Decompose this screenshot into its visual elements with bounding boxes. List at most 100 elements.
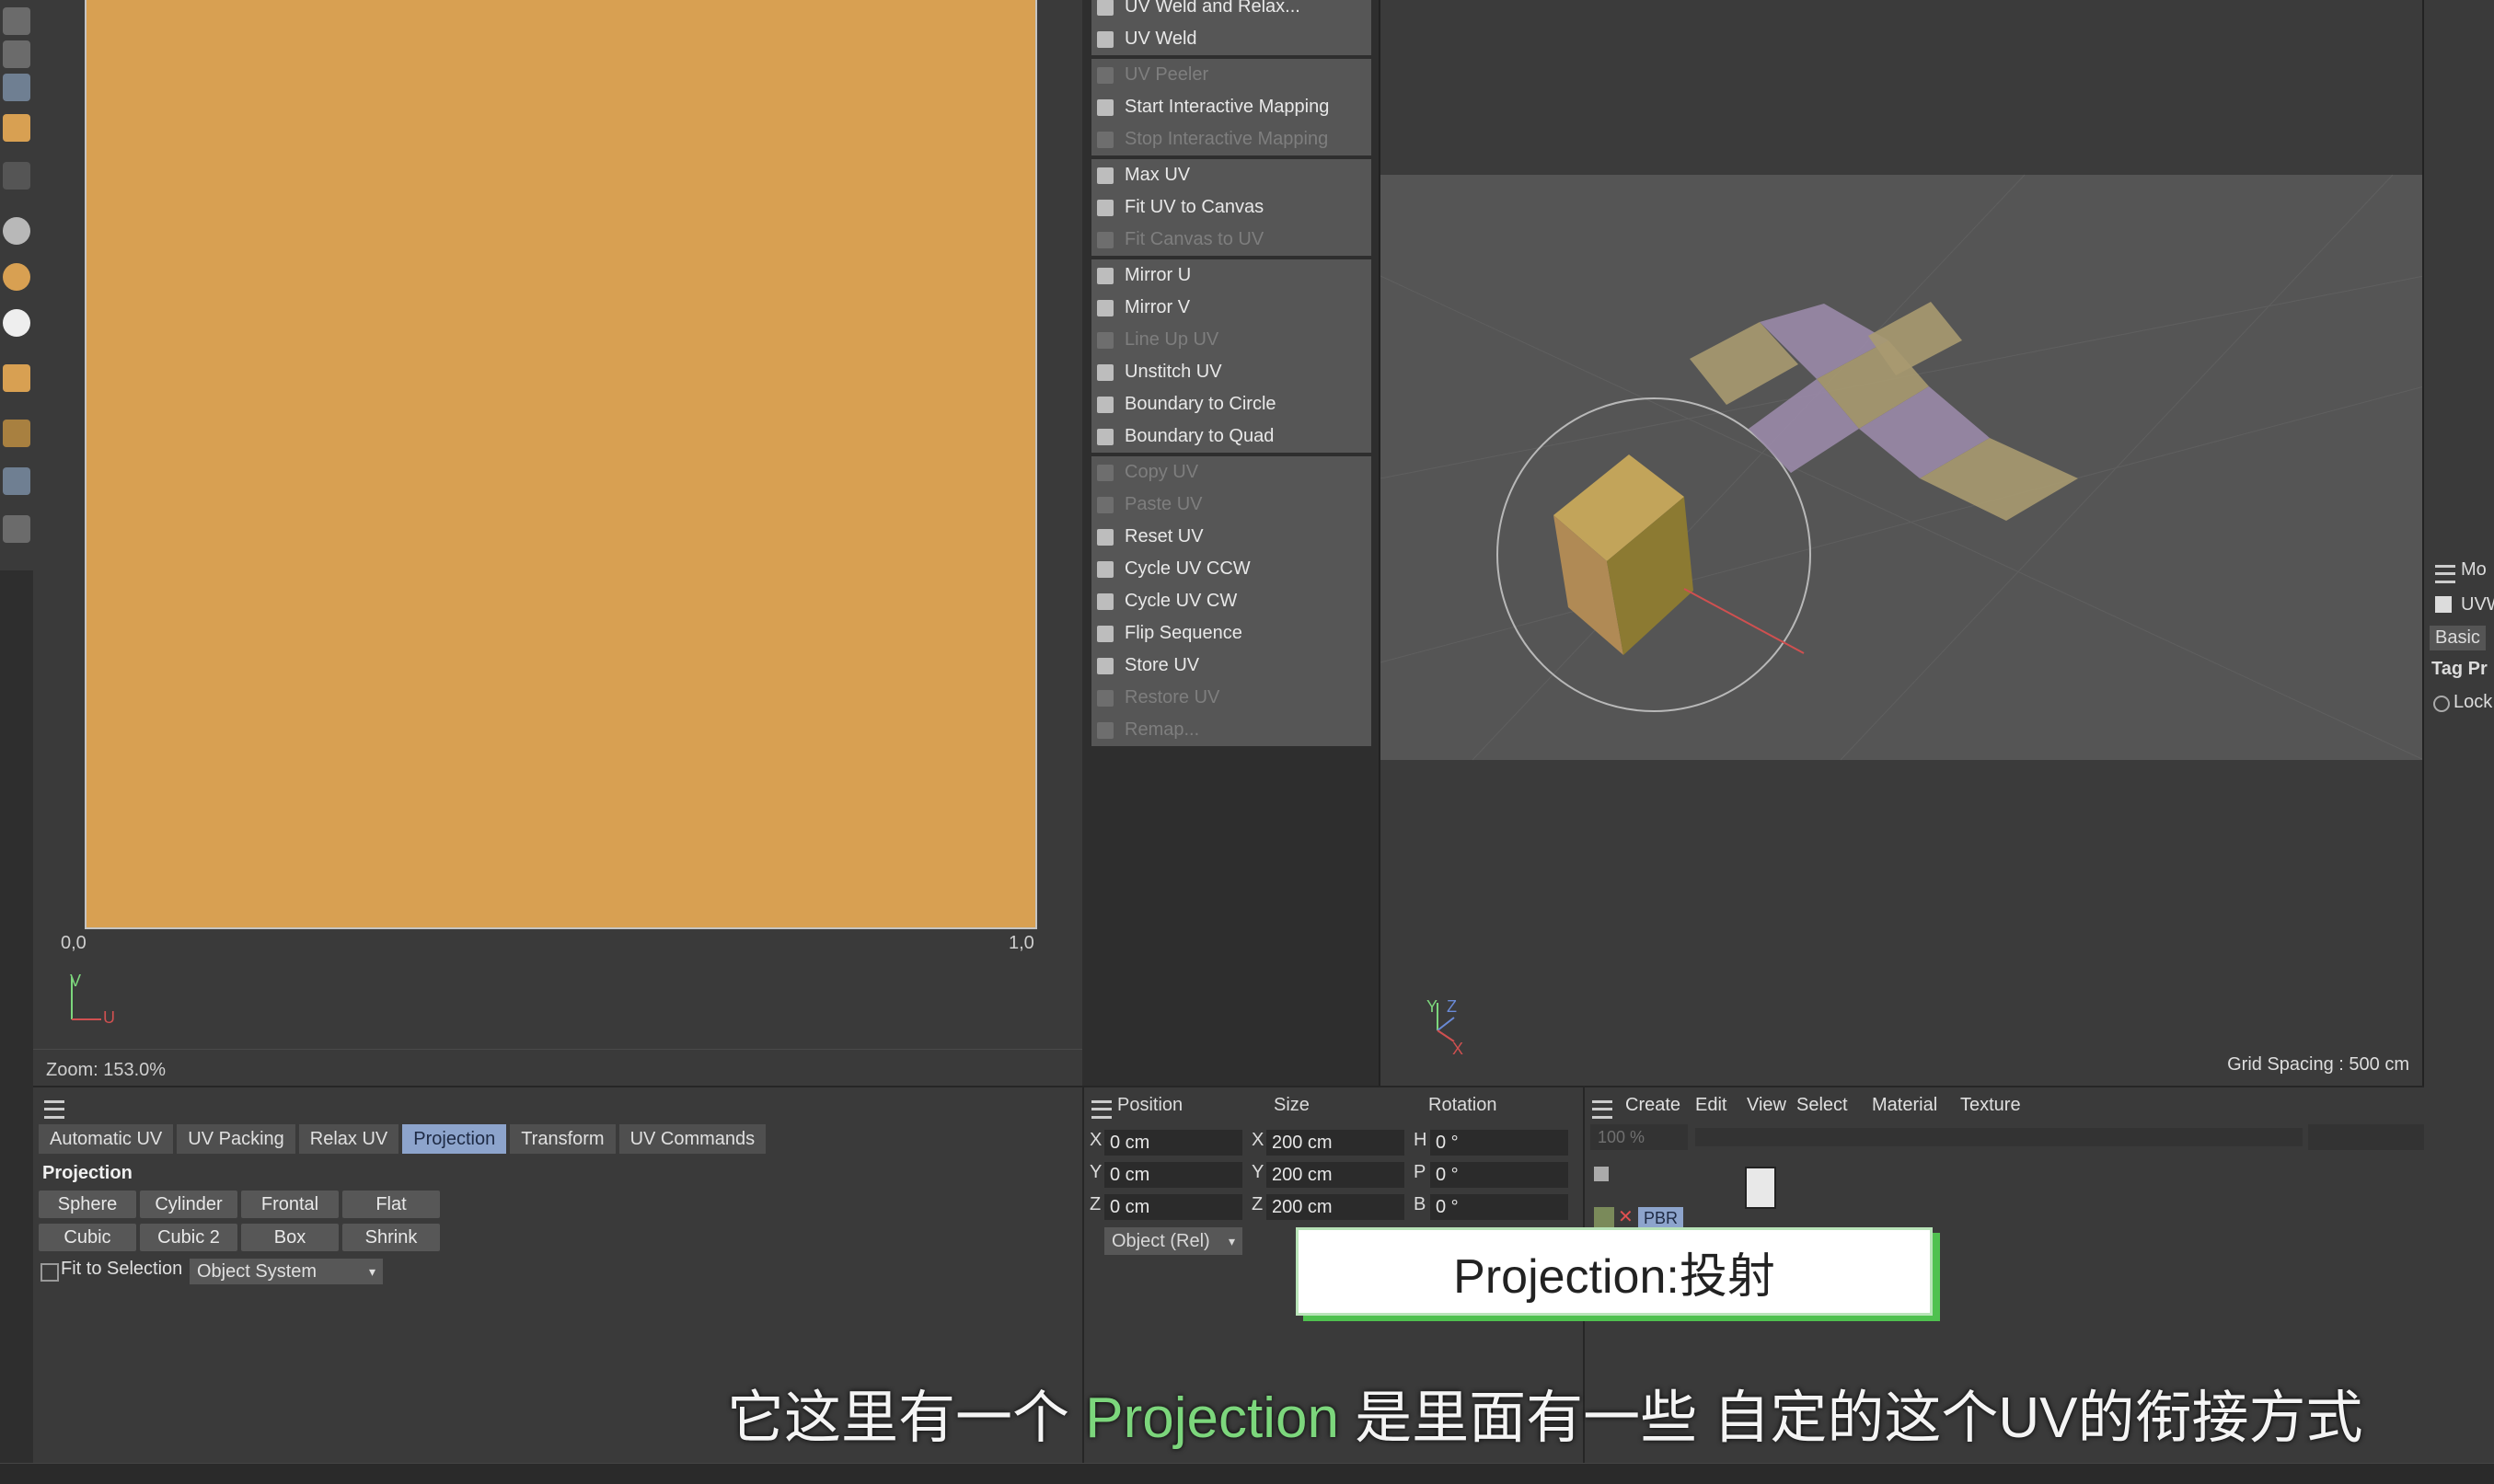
uv-command-item[interactable]: UV Weld [1091, 23, 1371, 55]
uv-command-item[interactable]: UV Weld and Relax... [1091, 0, 1371, 23]
uv-command-item[interactable]: Boundary to Quad [1091, 420, 1371, 453]
fit-to-selection-label: Fit to Selection [61, 1259, 183, 1279]
solo-icon[interactable] [3, 217, 30, 245]
tab-uv-packing[interactable]: UV Packing [177, 1124, 295, 1154]
uv-command-item[interactable]: Mirror V [1091, 292, 1371, 324]
viewport-scene [1380, 174, 2424, 761]
workplane-icon[interactable] [3, 467, 30, 495]
projection-system-select[interactable]: Object System ▾ [190, 1259, 383, 1284]
size-field[interactable]: 200 cm [1266, 1130, 1404, 1156]
menu-icon[interactable] [2435, 565, 2455, 583]
uv-command-item[interactable]: Max UV [1091, 159, 1371, 191]
rotation-field[interactable]: 0 ° [1430, 1162, 1568, 1188]
projection-shrink-button[interactable]: Shrink [342, 1224, 440, 1251]
uv-command-group: Copy UV Paste UV Reset UV Cycle UV CCW Cycle… [1091, 456, 1371, 746]
menu-select[interactable]: Select [1796, 1095, 1848, 1116]
tab-transform[interactable]: Transform [510, 1124, 616, 1154]
coordinate-mode-select[interactable]: Object (Rel) ▾ [1104, 1227, 1242, 1255]
uv-command-item: Paste UV [1091, 489, 1371, 521]
cube-icon[interactable] [3, 7, 30, 35]
menu-create[interactable]: Create [1625, 1095, 1680, 1116]
uv-command-item[interactable]: Cycle UV CW [1091, 585, 1371, 617]
magnet-icon[interactable] [3, 364, 30, 392]
uv-command-icon [1097, 496, 1114, 513]
tab-projection[interactable]: Projection [402, 1124, 507, 1154]
uv-command-item[interactable]: Unstitch UV [1091, 356, 1371, 388]
uv-command-item[interactable]: Start Interactive Mapping [1091, 91, 1371, 123]
size-field[interactable]: 200 cm [1266, 1162, 1404, 1188]
position-field[interactable]: 0 cm [1104, 1130, 1242, 1156]
uv-command-item[interactable]: Store UV [1091, 650, 1371, 682]
menu-edit[interactable]: Edit [1695, 1095, 1726, 1116]
menu-icon[interactable] [1592, 1100, 1612, 1119]
chevron-down-icon: ▾ [368, 1263, 375, 1279]
projection-cubic-button[interactable]: Cubic [39, 1224, 136, 1251]
edges-icon[interactable] [3, 74, 30, 101]
uv-command-item[interactable]: Cycle UV CCW [1091, 553, 1371, 585]
material-thumbnail[interactable] [1594, 1207, 1614, 1227]
uv-command-label: Mirror U [1125, 265, 1192, 285]
3d-viewport[interactable]: Y Z X Grid Spacing : 500 cm [1379, 0, 2424, 1086]
rotation-field[interactable]: 0 ° [1430, 1130, 1568, 1156]
axis-icon[interactable] [3, 162, 30, 190]
material-zoom-slider[interactable] [1695, 1128, 2303, 1146]
position-field[interactable]: 0 cm [1104, 1194, 1242, 1220]
uv-command-icon [1097, 428, 1114, 445]
lock-radio[interactable] [2433, 696, 2450, 712]
menu-icon[interactable] [1091, 1100, 1112, 1119]
uv-command-label: Max UV [1125, 165, 1191, 185]
uv-command-item[interactable]: Boundary to Circle [1091, 388, 1371, 420]
left-toolbar [0, 0, 33, 570]
rotation-field[interactable]: 0 ° [1430, 1194, 1568, 1220]
uv-command-icon [1097, 231, 1114, 248]
material-zoom-field[interactable]: 100 % [1590, 1124, 1688, 1150]
solo-off-icon[interactable] [3, 309, 30, 337]
uv-command-item[interactable]: Reset UV [1091, 521, 1371, 553]
uv-command-group: Mirror U Mirror V Line Up UV Unstitch UV Bou… [1091, 259, 1371, 453]
uv-command-label: Reset UV [1125, 526, 1204, 546]
material-tool-icon[interactable] [1594, 1167, 1609, 1181]
projection-flat-button[interactable]: Flat [342, 1191, 440, 1218]
uv-command-label: UV Weld and Relax... [1125, 0, 1300, 17]
uv-command-item[interactable]: Fit UV to Canvas [1091, 191, 1371, 224]
material-name-badge[interactable]: PBR [1638, 1207, 1684, 1229]
lock-icon[interactable] [3, 515, 30, 543]
uv-command-label: Restore UV [1125, 687, 1220, 707]
grid-icon[interactable] [3, 420, 30, 447]
menu-texture[interactable]: Texture [1960, 1095, 2021, 1116]
uv-canvas[interactable] [85, 0, 1037, 929]
uv-command-label: Start Interactive Mapping [1125, 97, 1330, 117]
tab-uv-commands[interactable]: UV Commands [618, 1124, 767, 1154]
uv-command-label: Line Up UV [1125, 329, 1219, 350]
menu-material[interactable]: Material [1872, 1095, 1937, 1116]
tab-basic[interactable]: Basic [2430, 626, 2486, 650]
material-filter-dropdown[interactable] [2308, 1124, 2424, 1150]
uv-command-item[interactable]: Flip Sequence [1091, 617, 1371, 650]
projection-sphere-button[interactable]: Sphere [39, 1191, 136, 1218]
close-icon[interactable]: ✕ [1618, 1205, 1634, 1228]
uv-command-label: Flip Sequence [1125, 623, 1242, 643]
menu-view[interactable]: View [1747, 1095, 1786, 1116]
uv-command-icon [1097, 528, 1114, 546]
uv-command-label: Fit UV to Canvas [1125, 197, 1264, 217]
projection-cubic-2-button[interactable]: Cubic 2 [140, 1224, 237, 1251]
tab-relax-uv[interactable]: Relax UV [298, 1124, 399, 1154]
fit-to-selection-checkbox[interactable] [40, 1263, 59, 1282]
position-field[interactable]: 0 cm [1104, 1162, 1242, 1188]
uv-command-icon [1097, 657, 1114, 674]
uv-polygons-icon[interactable] [3, 114, 30, 142]
size-axis-label: Y [1252, 1162, 1264, 1182]
projection-box-button[interactable]: Box [241, 1224, 339, 1251]
uv-command-label: Cycle UV CW [1125, 591, 1238, 611]
uv-command-label: Remap... [1125, 719, 1200, 740]
tab-automatic-uv[interactable]: Automatic UV [39, 1124, 174, 1154]
projection-cylinder-button[interactable]: Cylinder [140, 1191, 237, 1218]
uv-command-item[interactable]: Mirror U [1091, 259, 1371, 292]
menu-icon[interactable] [44, 1100, 64, 1119]
uv-command-icon [1097, 66, 1114, 84]
size-field[interactable]: 200 cm [1266, 1194, 1404, 1220]
polygon-icon[interactable] [3, 40, 30, 68]
attribute-manager: Mo UVW Basic Tag Pr Lock [2422, 0, 2494, 1483]
solo-hierarchy-icon[interactable] [3, 263, 30, 291]
projection-frontal-button[interactable]: Frontal [241, 1191, 339, 1218]
